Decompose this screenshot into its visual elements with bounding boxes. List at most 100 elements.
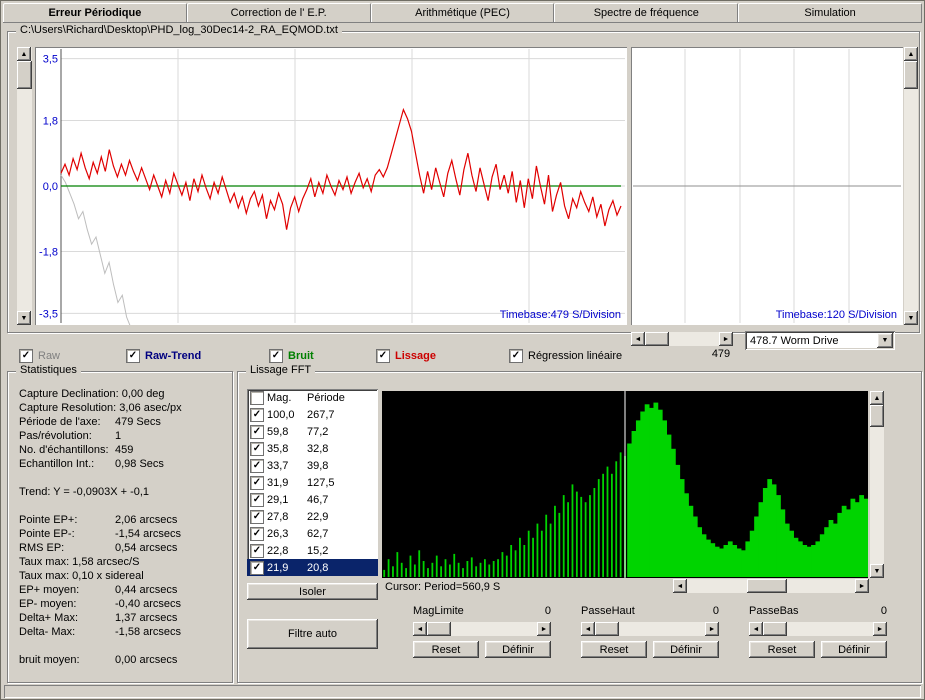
scrollbar-track[interactable] (645, 332, 719, 346)
worm-drive-combo[interactable]: 478.7 Worm Drive ▼ (745, 331, 895, 350)
scroll-right-icon[interactable]: ► (705, 622, 719, 636)
tab-correction-ep[interactable]: Correction de l' E.P. (186, 3, 371, 22)
tab-simulation[interactable]: Simulation (738, 3, 922, 22)
scroll-up-icon[interactable]: ▲ (17, 47, 31, 61)
scroll-down-icon[interactable]: ▼ (904, 311, 918, 325)
main-chart-svg: 3,5 1,8 0,0 -1,8 -3,5 Timebase:479 S/Division (39, 49, 625, 325)
scroll-right-icon[interactable]: ► (537, 622, 551, 636)
slider-thumb[interactable] (427, 622, 451, 636)
slider-thumb[interactable] (763, 622, 787, 636)
maglimite-reset-button[interactable]: Reset (413, 641, 479, 658)
stat-line: Delta- Max: -1,58 arcsecs (19, 626, 182, 638)
harmonic-checkbox[interactable]: ✓ (250, 441, 264, 456)
scroll-left-icon[interactable]: ◄ (749, 622, 763, 636)
harmonic-mag: 29,1 (267, 493, 289, 506)
chevron-down-icon[interactable]: ▼ (877, 333, 893, 348)
harmonic-checkbox[interactable]: ✓ (250, 424, 264, 439)
scrollbar-thumb[interactable] (17, 61, 32, 89)
checkbox-bruit[interactable]: ✓ Bruit (269, 349, 314, 363)
passehaut-reset-button[interactable]: Reset (581, 641, 647, 658)
passebas-definir-button[interactable]: Définir (821, 641, 887, 658)
fft-harmonic-row[interactable]: ✓ 22,8 15,2 (247, 542, 378, 559)
stat-line (19, 471, 225, 485)
harmonic-period: 39,8 (307, 459, 329, 472)
slider-track[interactable] (595, 622, 705, 636)
slider-thumb[interactable] (595, 622, 619, 636)
fft-harmonics-list[interactable]: Mag. Période ✓ 100,0 267,7 ✓ 59,8 77,2 ✓ 35,8 32,8… (247, 389, 378, 576)
scroll-down-icon[interactable]: ▼ (17, 311, 31, 325)
isoler-button[interactable]: Isoler (247, 583, 378, 600)
stat-line: Pointe EP+: 2,06 arcsecs (19, 514, 178, 526)
tab-arithmetique-pec[interactable]: Arithmétique (PEC) (370, 3, 555, 22)
fft-harmonic-row[interactable]: ✓ 35,8 32,8 (247, 440, 378, 457)
scrollbar-track[interactable] (904, 61, 918, 311)
harmonic-checkbox[interactable]: ✓ (250, 526, 264, 541)
scroll-left-icon[interactable]: ◄ (673, 579, 687, 593)
passebas-slider[interactable]: ◄ ► (749, 622, 887, 636)
stat-line: Trend: Y = -0,0903X + -0,1 (19, 486, 150, 498)
scroll-left-icon[interactable]: ◄ (631, 332, 645, 346)
fft-harmonic-row[interactable]: ✓ 29,1 46,7 (247, 491, 378, 508)
harmonic-checkbox[interactable]: ✓ (250, 543, 264, 558)
harmonic-checkbox[interactable]: ✓ (250, 560, 264, 575)
svg-text:3,5: 3,5 (43, 54, 58, 66)
maglimite-slider[interactable]: ◄ ► (413, 622, 551, 636)
fft-vscrollbar[interactable]: ▲ ▼ (870, 391, 884, 578)
fft-harmonic-row[interactable]: ✓ 31,9 127,5 (247, 474, 378, 491)
scroll-right-icon[interactable]: ► (719, 332, 733, 346)
scroll-left-icon[interactable]: ◄ (413, 622, 427, 636)
slider-track[interactable] (763, 622, 873, 636)
stat-line: RMS EP: 0,54 arcsecs (19, 542, 178, 554)
stat-line: No. d'échantillons: 459 (19, 444, 134, 456)
checkbox-label: Régression linéaire (528, 350, 623, 362)
passehaut-value: 0 (712, 605, 719, 617)
scroll-right-icon[interactable]: ► (855, 579, 869, 593)
tab-spectre-frequence[interactable]: Spectre de fréquence (554, 3, 739, 22)
harmonic-checkbox[interactable]: ✓ (250, 492, 264, 507)
filtre-auto-button[interactable]: Filtre auto (247, 619, 378, 649)
fft-hscrollbar[interactable]: ◄ ► (673, 579, 869, 593)
stat-line: Echantillon Int.: 0,98 Secs (19, 458, 164, 470)
fft-harmonic-row[interactable]: ✓ 100,0 267,7 (247, 406, 378, 423)
harmonic-checkbox[interactable]: ✓ (250, 509, 264, 524)
scrollbar-thumb[interactable] (904, 61, 918, 89)
harmonic-period: 62,7 (307, 527, 329, 540)
passehaut-definir-button[interactable]: Définir (653, 641, 719, 658)
scrollbar-track[interactable] (870, 405, 884, 564)
scroll-left-icon[interactable]: ◄ (581, 622, 595, 636)
fft-list-header: Mag. Période (247, 389, 378, 406)
harmonic-checkbox[interactable]: ✓ (250, 458, 264, 473)
harmonic-checkbox[interactable]: ✓ (250, 407, 264, 422)
scroll-up-icon[interactable]: ▲ (904, 47, 918, 61)
timebase-hscrollbar[interactable]: ◄ ► (631, 332, 733, 346)
stat-line (19, 639, 225, 653)
tab-erreur-periodique[interactable]: Erreur Périodique (3, 3, 187, 22)
main-chart-vscrollbar[interactable]: ▲ ▼ (17, 47, 32, 325)
scroll-up-icon[interactable]: ▲ (870, 391, 884, 405)
fft-harmonic-row[interactable]: ✓ 27,8 22,9 (247, 508, 378, 525)
svg-text:-3,5: -3,5 (39, 308, 58, 320)
fft-harmonic-row[interactable]: ✓ 21,9 20,8 (247, 559, 378, 576)
scrollbar-thumb[interactable] (747, 579, 787, 593)
mag-header-checkbox[interactable] (250, 390, 264, 405)
slider-track[interactable] (427, 622, 537, 636)
scroll-right-icon[interactable]: ► (873, 622, 887, 636)
passebas-reset-button[interactable]: Reset (749, 641, 815, 658)
scrollbar-thumb[interactable] (870, 405, 884, 427)
scrollbar-thumb[interactable] (645, 332, 669, 346)
harmonic-checkbox[interactable]: ✓ (250, 475, 264, 490)
fft-spectrum-chart[interactable] (382, 391, 868, 578)
scroll-down-icon[interactable]: ▼ (870, 564, 884, 578)
maglimite-definir-button[interactable]: Définir (485, 641, 551, 658)
secondary-chart-vscrollbar[interactable]: ▲ ▼ (904, 47, 918, 325)
fft-harmonic-row[interactable]: ✓ 59,8 77,2 (247, 423, 378, 440)
checkbox-lissage[interactable]: ✓ Lissage (376, 349, 436, 363)
checkbox-regression-lineaire[interactable]: ✓ Régression linéaire (509, 349, 622, 363)
checkbox-raw[interactable]: ✓ Raw (19, 349, 60, 363)
fft-harmonic-row[interactable]: ✓ 33,7 39,8 (247, 457, 378, 474)
checkbox-raw-trend[interactable]: ✓ Raw-Trend (126, 349, 201, 363)
passehaut-slider[interactable]: ◄ ► (581, 622, 719, 636)
fft-harmonic-row[interactable]: ✓ 26,3 62,7 (247, 525, 378, 542)
scrollbar-track[interactable] (17, 61, 32, 311)
scrollbar-track[interactable] (687, 579, 855, 593)
